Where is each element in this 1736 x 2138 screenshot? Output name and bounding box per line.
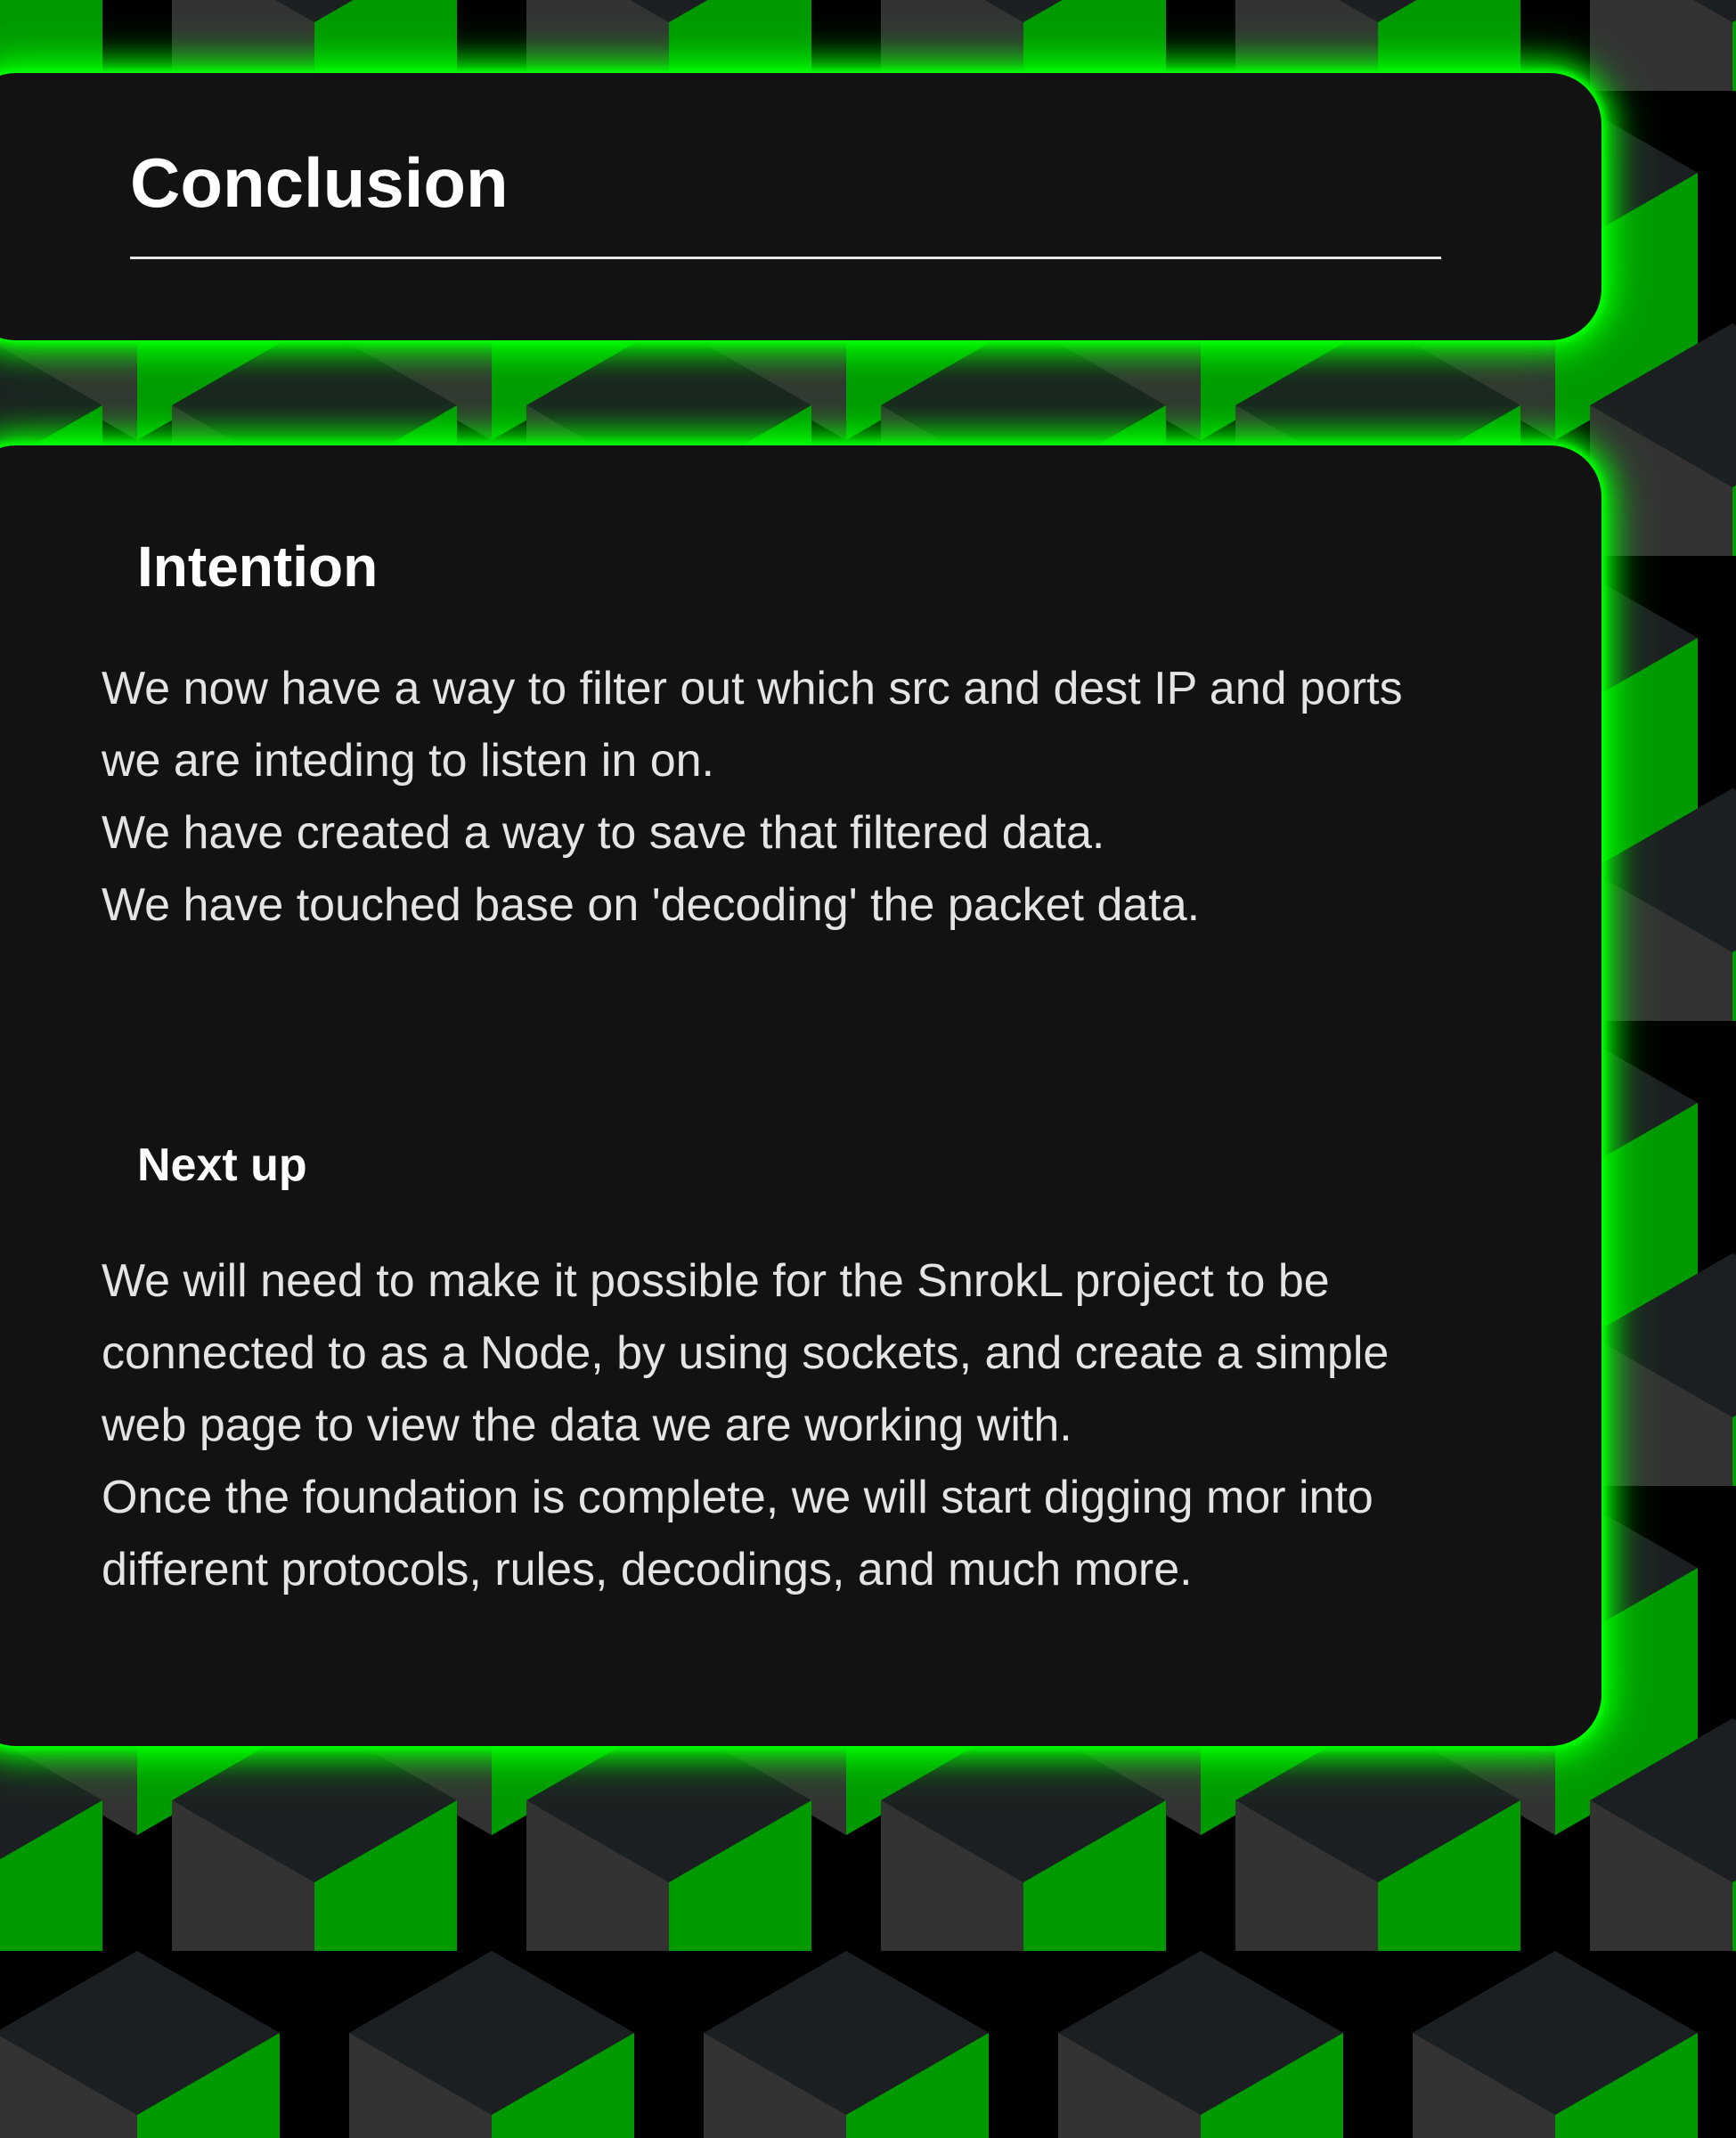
intention-paragraph: We now have a way to filter out which sr… bbox=[102, 653, 1580, 942]
next-up-line: different protocols, rules, decodings, a… bbox=[102, 1544, 1193, 1595]
next-up-line: We will need to make it possible for the… bbox=[102, 1255, 1330, 1307]
intention-line: We have created a way to save that filte… bbox=[102, 807, 1105, 859]
page-title: Conclusion bbox=[130, 143, 509, 222]
next-up-heading: Next up bbox=[137, 1139, 307, 1191]
next-up-paragraph: We will need to make it possible for the… bbox=[102, 1245, 1580, 1606]
intention-line: We have touched base on 'decoding' the p… bbox=[102, 879, 1201, 931]
next-up-line: connected to as a Node, by using sockets… bbox=[102, 1327, 1390, 1379]
intention-heading: Intention bbox=[137, 534, 379, 599]
title-divider bbox=[130, 257, 1441, 259]
intention-line: we are inteding to listen in on. bbox=[102, 735, 714, 787]
intention-line: We now have a way to filter out which sr… bbox=[102, 663, 1403, 714]
next-up-line: Once the foundation is complete, we will… bbox=[102, 1472, 1373, 1523]
next-up-line: web page to view the data we are working… bbox=[102, 1399, 1072, 1451]
